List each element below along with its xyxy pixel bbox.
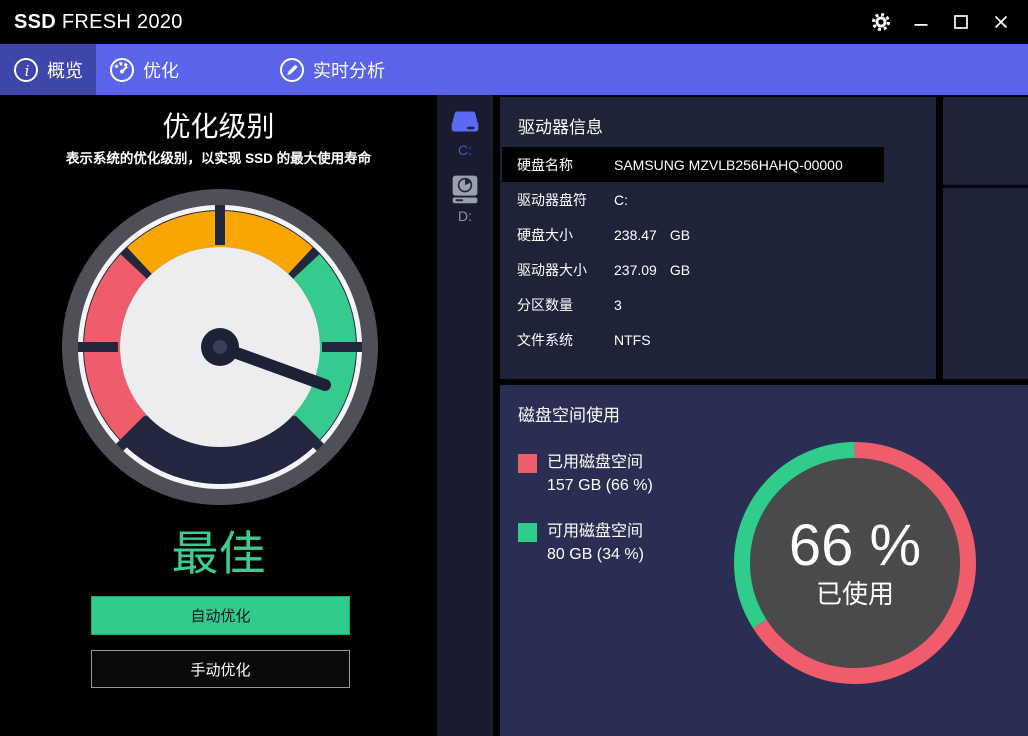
- clipped-card-bottom: [943, 188, 1028, 379]
- settings-gear-icon[interactable]: [868, 9, 894, 35]
- optimization-subtitle: 表示系统的优化级别，以实现 SSD 的最大使用寿命: [65, 151, 372, 166]
- row-value: 238.47: [614, 226, 657, 243]
- table-row-drive-size: 驱动器大小 237.09 GB: [502, 252, 884, 287]
- row-unit: GB: [669, 226, 691, 243]
- disk-usage-card: 磁盘空间使用 已用磁盘空间 157 GB (66 %) 可用磁盘空间 80 GB…: [500, 385, 1028, 736]
- row-unit: GB: [669, 261, 691, 278]
- donut-caption: 已使用: [815, 579, 894, 609]
- used-space-detail: 157 GB (66 %): [547, 477, 653, 494]
- row-label: 驱动器盘符: [517, 191, 587, 208]
- used-space-label: 已用磁盘空间: [547, 454, 644, 471]
- drive-info-card: 驱动器信息 硬盘名称 SAMSUNG MZVLB256HAHQ-00000 驱动…: [500, 97, 936, 379]
- svg-text:i: i: [25, 62, 30, 80]
- disk-usage-legend: 已用磁盘空间 157 GB (66 %) 可用磁盘空间 80 GB (34 %): [518, 451, 653, 589]
- row-value: C:: [614, 191, 628, 208]
- pencil-icon: [280, 57, 304, 82]
- tab-overview[interactable]: i 概览: [0, 44, 96, 95]
- row-value: 3: [614, 296, 622, 313]
- row-label: 分区数量: [517, 296, 573, 313]
- optimization-gauge: [62, 189, 378, 505]
- table-row-disk-name: 硬盘名称 SAMSUNG MZVLB256HAHQ-00000: [502, 147, 884, 182]
- drive-info-table: 硬盘名称 SAMSUNG MZVLB256HAHQ-00000 驱动器盘符 C:…: [502, 147, 884, 357]
- donut-center-text: 66 % 已使用: [725, 433, 985, 693]
- hdd-drive-icon: [452, 175, 478, 204]
- minimize-icon[interactable]: [908, 9, 934, 35]
- donut-percent: 66 %: [788, 513, 922, 578]
- disk-usage-title: 磁盘空间使用: [518, 406, 620, 425]
- optimization-status: 最佳: [171, 527, 266, 580]
- tab-realtime-analysis-label: 实时分析: [313, 60, 385, 81]
- tab-realtime-analysis[interactable]: 实时分析: [266, 44, 398, 95]
- details-panel: 驱动器信息 硬盘名称 SAMSUNG MZVLB256HAHQ-00000 驱动…: [493, 95, 1028, 736]
- window-title: SSD FRESH 2020: [14, 11, 183, 34]
- tab-optimize-label: 优化: [143, 60, 179, 81]
- used-space-swatch: [518, 454, 537, 473]
- title-bar: SSD FRESH 2020: [0, 0, 1028, 44]
- tab-optimize[interactable]: 优化: [96, 44, 192, 95]
- table-row-disk-size: 硬盘大小 238.47 GB: [502, 217, 884, 252]
- free-space-detail: 80 GB (34 %): [547, 546, 644, 563]
- drive-letter-c: C:: [458, 142, 472, 158]
- tab-bar: i 概览 优化 实时分析: [0, 44, 1028, 95]
- optimization-title: 优化级别: [162, 111, 275, 142]
- clipped-card-top: [943, 97, 1028, 185]
- table-row-drive-letter: 驱动器盘符 C:: [502, 182, 884, 217]
- speedometer-icon: [110, 57, 134, 82]
- row-value: NTFS: [614, 331, 651, 348]
- row-label: 硬盘名称: [517, 156, 573, 173]
- free-space-label: 可用磁盘空间: [547, 523, 644, 540]
- ssd-drive-icon: [451, 111, 479, 132]
- window-title-brand: SSD: [14, 10, 57, 33]
- window-controls: [868, 9, 1014, 35]
- free-space-swatch: [518, 523, 537, 542]
- maximize-icon[interactable]: [948, 9, 974, 35]
- row-value: 237.09: [614, 261, 657, 278]
- legend-item-free: 可用磁盘空间 80 GB (34 %): [518, 520, 653, 566]
- legend-item-used: 已用磁盘空间 157 GB (66 %): [518, 451, 653, 497]
- drive-item-d[interactable]: D:: [446, 169, 484, 224]
- row-value: SAMSUNG MZVLB256HAHQ-00000: [614, 156, 843, 173]
- optimization-panel: 优化级别 表示系统的优化级别，以实现 SSD 的最大使用寿命 最佳 自动优化 手…: [0, 95, 437, 736]
- drive-info-title: 驱动器信息: [518, 118, 603, 137]
- close-icon[interactable]: [988, 9, 1014, 35]
- table-row-partition-count: 分区数量 3: [502, 287, 884, 322]
- table-row-file-system: 文件系统 NTFS: [502, 322, 884, 357]
- row-label: 文件系统: [517, 331, 573, 348]
- info-icon: i: [14, 57, 38, 82]
- tab-overview-label: 概览: [47, 60, 83, 81]
- auto-optimize-button[interactable]: 自动优化: [91, 596, 350, 635]
- drive-list: C: D:: [437, 95, 493, 736]
- row-label: 硬盘大小: [517, 226, 573, 243]
- window-title-rest: FRESH 2020: [56, 10, 183, 33]
- drive-item-c[interactable]: C:: [446, 103, 484, 158]
- app-window: SSD FRESH 2020 i 概览 优化 实时分析 优化级别 表示系统的优化…: [0, 0, 1028, 736]
- manual-optimize-button[interactable]: 手动优化: [91, 650, 350, 688]
- drive-letter-d: D:: [458, 208, 472, 224]
- row-label: 驱动器大小: [517, 261, 587, 278]
